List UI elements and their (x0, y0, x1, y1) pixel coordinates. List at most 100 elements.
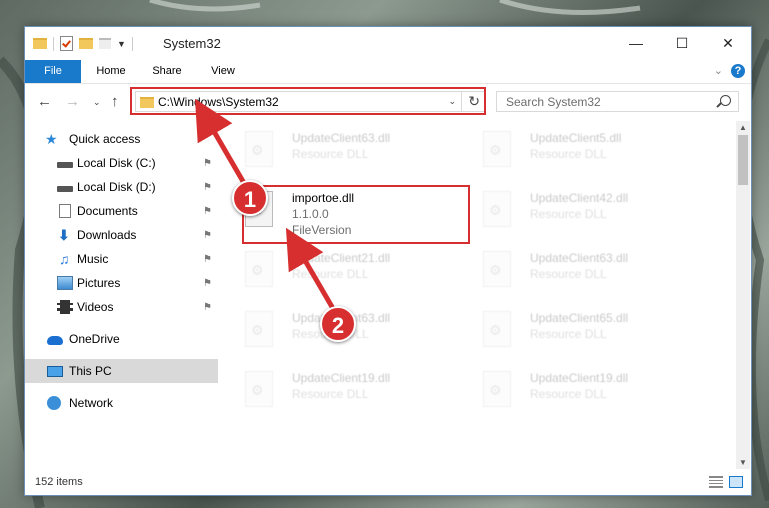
window-title: System32 (163, 36, 221, 51)
new-folder-icon[interactable] (79, 38, 93, 49)
drive-icon (57, 162, 73, 168)
this-pc-icon (47, 365, 63, 377)
up-arrow-icon[interactable]: ↑ (111, 93, 119, 110)
tab-file[interactable]: File (25, 60, 81, 83)
properties-icon[interactable] (60, 36, 73, 51)
sidebar-item-quick-access[interactable]: ★ Quick access (25, 127, 218, 151)
list-item[interactable]: UpdateClient5.dll Resource DLL (463, 127, 683, 183)
dll-file-icon (245, 131, 273, 167)
pin-icon[interactable]: ⚑ (203, 182, 212, 193)
sidebar-item-label: Videos (77, 300, 114, 314)
search-input[interactable]: Search System32 (496, 91, 739, 112)
file-name: UpdateClient5.dll (530, 131, 622, 145)
back-arrow-icon[interactable]: ← (37, 93, 52, 110)
tab-home[interactable]: Home (83, 60, 139, 83)
customize-toolbar-chevron-icon[interactable]: ▼ (117, 39, 126, 49)
refresh-icon[interactable]: ↻ (468, 93, 480, 110)
help-icon[interactable]: ? (731, 64, 745, 78)
pin-icon[interactable]: ⚑ (203, 230, 212, 241)
file-type: Resource DLL (530, 207, 607, 221)
expand-ribbon-chevron-icon[interactable]: ⌄ (714, 64, 723, 77)
sidebar-item-documents[interactable]: Documents ⚑ (25, 199, 218, 223)
sidebar-item-label: Local Disk (D:) (77, 180, 156, 194)
list-item[interactable]: UpdateClient63.dll Resource DLL (225, 127, 445, 183)
list-item[interactable]: UpdateClient19.dll Resource DLL (225, 367, 445, 423)
recent-locations-chevron-icon[interactable]: ⌄ (93, 97, 101, 108)
scroll-down-icon[interactable]: ▼ (739, 458, 747, 467)
status-bar: 152 items (25, 471, 751, 495)
address-path[interactable]: C:\Windows\System32 (158, 95, 279, 109)
sidebar-item-network[interactable]: Network (25, 391, 218, 415)
sidebar-item-this-pc[interactable]: This PC (25, 359, 218, 383)
tab-share[interactable]: Share (140, 60, 194, 83)
sidebar-item-downloads[interactable]: ⬇ Downloads ⚑ (25, 223, 218, 247)
close-button[interactable]: ✕ (705, 27, 751, 59)
forward-arrow-icon[interactable]: → (65, 93, 80, 110)
pin-icon[interactable]: ⚑ (203, 254, 212, 265)
file-type: Resource DLL (530, 147, 607, 161)
file-name: importoe.dll (292, 191, 355, 205)
scroll-up-icon[interactable]: ▲ (739, 123, 747, 132)
sidebar-item-local-disk-d[interactable]: Local Disk (D:) ⚑ (25, 175, 218, 199)
pin-icon[interactable]: ⚑ (203, 206, 212, 217)
music-icon: ♫ (59, 251, 70, 267)
network-icon (47, 396, 61, 410)
dll-file-icon (483, 131, 511, 167)
file-name: UpdateClient21.dll (292, 251, 391, 265)
window-controls: — ☐ ✕ (613, 27, 751, 59)
sidebar-item-pictures[interactable]: Pictures ⚑ (25, 271, 218, 295)
file-name: UpdateClient63.dll (292, 131, 391, 145)
pin-icon[interactable]: ⚑ (203, 278, 212, 289)
tab-view[interactable]: View (197, 60, 249, 83)
file-type: Resource DLL (292, 267, 369, 281)
sidebar-item-label: Quick access (69, 132, 141, 146)
details-view-icon[interactable] (709, 476, 723, 488)
list-item[interactable]: UpdateClient65.dll Resource DLL (463, 307, 683, 363)
list-item[interactable]: UpdateClient19.dll Resource DLL (463, 367, 683, 423)
file-list: UpdateClient63.dll Resource DLL importoe… (225, 123, 735, 463)
step-1-badge: 1 (232, 180, 268, 216)
pin-icon[interactable]: ⚑ (203, 158, 212, 169)
list-item[interactable]: UpdateClient21.dll Resource DLL (225, 247, 445, 303)
list-item[interactable]: UpdateClient63.dll Resource DLL (463, 247, 683, 303)
address-bar[interactable]: C:\Windows\System32 ⌄ ↻ (135, 91, 485, 112)
videos-icon (57, 300, 73, 314)
onedrive-icon (47, 336, 63, 345)
dll-file-icon (245, 371, 273, 407)
dll-file-icon (483, 191, 511, 227)
file-description: FileVersion (292, 223, 352, 237)
file-name: UpdateClient63.dll (530, 251, 629, 265)
dll-file-icon (483, 251, 511, 287)
sidebar-item-local-disk-c[interactable]: Local Disk (C:) ⚑ (25, 151, 218, 175)
folder-icon (33, 38, 47, 49)
scrollbar-thumb[interactable] (738, 135, 748, 185)
list-item[interactable]: UpdateClient42.dll Resource DLL (463, 187, 683, 243)
address-divider (461, 92, 462, 111)
minimize-button[interactable]: — (613, 27, 659, 59)
drive-icon (57, 186, 73, 192)
rename-icon[interactable] (99, 38, 111, 49)
address-dropdown-chevron-icon[interactable]: ⌄ (448, 96, 456, 107)
sidebar-item-label: Documents (77, 204, 138, 218)
vertical-scrollbar[interactable]: ▲ ▼ (736, 121, 750, 469)
large-icons-view-icon[interactable] (729, 476, 743, 488)
search-icon[interactable] (720, 95, 731, 106)
sidebar-item-label: Music (77, 252, 109, 266)
maximize-button[interactable]: ☐ (659, 27, 705, 59)
sidebar-item-videos[interactable]: Videos ⚑ (25, 295, 218, 319)
sidebar-item-label: Network (69, 396, 114, 410)
search-placeholder: Search System32 (506, 95, 601, 109)
downloads-icon: ⬇ (58, 227, 70, 243)
pictures-icon (57, 276, 73, 290)
documents-icon (59, 204, 71, 218)
sidebar-item-label: Downloads (77, 228, 137, 242)
sidebar-item-onedrive[interactable]: OneDrive (25, 327, 218, 351)
pin-icon[interactable]: ⚑ (203, 302, 212, 313)
file-name: UpdateClient19.dll (530, 371, 629, 385)
sidebar-item-music[interactable]: ♫ Music ⚑ (25, 247, 218, 271)
navigation-pane: ★ Quick access Local Disk (C:) ⚑ Local D… (25, 123, 218, 463)
dll-file-icon (245, 311, 273, 347)
file-name: UpdateClient65.dll (530, 311, 629, 325)
dll-file-icon (483, 311, 511, 347)
star-icon: ★ (45, 131, 58, 147)
